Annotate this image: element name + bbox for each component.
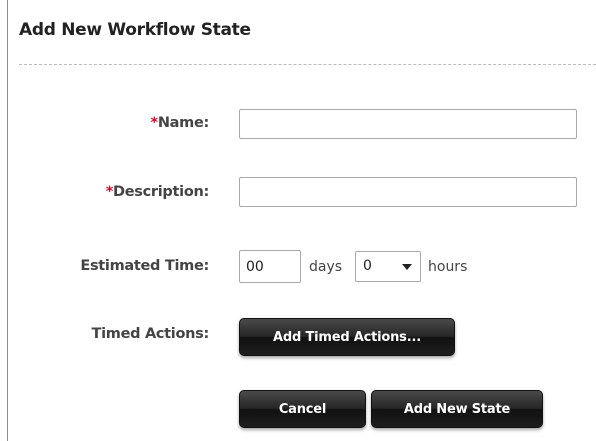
title-divider [19,64,596,65]
dialog-left-border [7,0,8,441]
name-required-star: * [150,115,159,131]
chevron-down-icon [402,264,412,270]
hours-select[interactable]: 0 [355,251,421,282]
description-input[interactable] [239,177,577,207]
days-unit-label: days [309,259,343,275]
name-label-text: Name: [157,115,209,131]
name-label: *Name: [150,115,210,131]
dialog-title: Add New Workflow State [19,20,251,40]
timed-actions-label: Timed Actions: [91,326,210,342]
description-label-text: Description: [113,184,209,200]
hours-select-value: 0 [363,258,372,274]
add-timed-actions-button[interactable]: Add Timed Actions... [239,318,455,356]
name-input[interactable] [239,109,577,139]
days-input[interactable] [239,250,301,283]
hours-unit-label: hours [428,259,468,275]
cancel-button[interactable]: Cancel [239,390,366,428]
estimated-time-label: Estimated Time: [80,258,209,274]
add-new-state-button[interactable]: Add New State [371,390,543,428]
description-required-star: * [105,184,114,200]
description-label: *Description: [105,184,210,200]
